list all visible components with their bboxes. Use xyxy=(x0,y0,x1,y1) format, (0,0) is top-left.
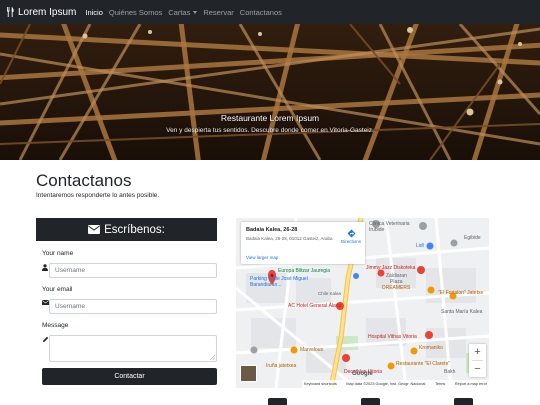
name-input[interactable]: Username xyxy=(49,263,217,278)
map-label-hospital[interactable]: Hospital Vithas Vitoria xyxy=(368,334,417,340)
submit-button[interactable]: Contactar xyxy=(42,368,217,385)
map-label-clinica-sub[interactable]: Irubide xyxy=(369,227,384,233)
directions-button[interactable]: Directions xyxy=(338,229,364,244)
report-map-error-link[interactable]: Report a map error xyxy=(455,382,487,386)
map-label-santa-maria: Santa María Kalea xyxy=(441,309,483,315)
navbar: Lorem Ipsum Inicio Quiénes Somos Cartas … xyxy=(0,0,540,24)
form-header-label: Escríbenos: xyxy=(104,223,165,236)
map-label-jimmy[interactable]: Jimmy Jazz Diskoteka xyxy=(366,265,415,271)
envelope-icon xyxy=(88,225,101,234)
street-view-thumbnail[interactable] xyxy=(240,365,257,382)
form-header: Escríbenos: xyxy=(36,218,217,241)
map-zoom-control: + − xyxy=(469,344,486,377)
zoom-out-button[interactable]: − xyxy=(469,361,486,377)
map-label-egibide[interactable]: Egibide xyxy=(464,235,481,241)
terms-link[interactable]: Terms xyxy=(435,382,445,386)
page-subtitle: Intentaremos responderte lo antes posibl… xyxy=(36,192,160,199)
email-label: Your email xyxy=(42,286,73,293)
directions-label: Directions xyxy=(340,239,361,244)
map-label-lidl[interactable]: Lidl xyxy=(416,243,424,249)
map-label-fortalon[interactable]: "El Fortalon" Jatetxe xyxy=(438,290,483,296)
google-logo: Google xyxy=(352,371,373,377)
keyboard-shortcuts-link[interactable]: Keyboard shortcuts xyxy=(304,382,337,386)
hero-background-image xyxy=(0,24,540,160)
directions-icon xyxy=(347,229,355,238)
name-label: Your name xyxy=(42,250,74,257)
email-input[interactable]: Username xyxy=(49,299,217,314)
map-label-ac-hotel[interactable]: AC Hotel General Álava xyxy=(288,303,341,309)
map-label-europa[interactable]: Europa Biltzar Jauregia xyxy=(278,268,330,274)
map-label-chile: Chile Kalea xyxy=(318,291,342,296)
view-larger-map-link[interactable]: View larger map xyxy=(246,255,278,260)
nav-cartas-dropdown[interactable]: Cartas xyxy=(168,7,198,17)
map-label-iruna[interactable]: Iruña jatetxea xyxy=(266,363,296,369)
utensils-icon xyxy=(7,7,14,17)
hero-title: Restaurante Lorem Ipsum xyxy=(220,113,320,123)
zoom-in-button[interactable]: + xyxy=(469,344,486,360)
map-place-title: Badaia Kalea, 26-28 xyxy=(246,227,298,233)
brand-name: Lorem Ipsum xyxy=(18,6,77,18)
google-map-embed[interactable]: Clínica Veterinaria Irubide Lidl Egibide… xyxy=(236,218,489,388)
nav-quienes-somos[interactable]: Quiénes Somos xyxy=(109,8,162,17)
nav-contactanos[interactable]: Contactanos xyxy=(240,8,282,17)
map-label-parking[interactable]: Parking Calle José Miguel Barandiaran... xyxy=(250,276,310,288)
map-place-address: Badaia Kalea, 26-28, 01012 Gasteiz, Arab… xyxy=(246,236,333,241)
social-icon-3[interactable] xyxy=(454,398,473,405)
map-place-card: Badaia Kalea, 26-28 Badaia Kalea, 26-28,… xyxy=(241,222,365,264)
user-icon xyxy=(42,264,48,271)
navbar-brand[interactable]: Lorem Ipsum xyxy=(6,7,76,18)
nav-reservar[interactable]: Reservar xyxy=(203,8,233,17)
resize-handle-icon[interactable] xyxy=(210,355,215,360)
map-data-text: Map data ©2023 Google, Inst. Geogr. Naci… xyxy=(346,382,426,386)
hero-banner: Restaurante Lorem Ipsum Ven y despierta … xyxy=(0,24,540,160)
map-attribution: Keyboard shortcuts Map data ©2023 Google… xyxy=(302,380,489,388)
message-label: Message xyxy=(42,322,69,329)
map-label-dreamers[interactable]: DREAMERS xyxy=(382,285,410,291)
map-label-kromaniko[interactable]: Kromaniko xyxy=(419,345,443,351)
hero-subtitle: Ven y despierta tus sentidos. Descubre d… xyxy=(166,127,374,134)
message-textarea[interactable] xyxy=(49,335,217,362)
map-label-clarete[interactable]: Restaurante "El Clarete" xyxy=(396,361,450,367)
envelope-small-icon xyxy=(42,300,49,305)
chevron-down-icon xyxy=(193,10,198,14)
social-icon-2[interactable] xyxy=(361,398,380,405)
social-icon-1[interactable] xyxy=(268,398,287,405)
nav-inicio[interactable]: Inicio xyxy=(85,8,103,17)
nav-cartas-label: Cartas xyxy=(168,7,191,17)
map-label-bakh[interactable]: Bakh xyxy=(444,369,455,375)
page-title: Contactanos xyxy=(36,171,132,190)
pencil-icon xyxy=(43,336,49,342)
map-label-marvelous[interactable]: Marvelous xyxy=(300,347,323,353)
